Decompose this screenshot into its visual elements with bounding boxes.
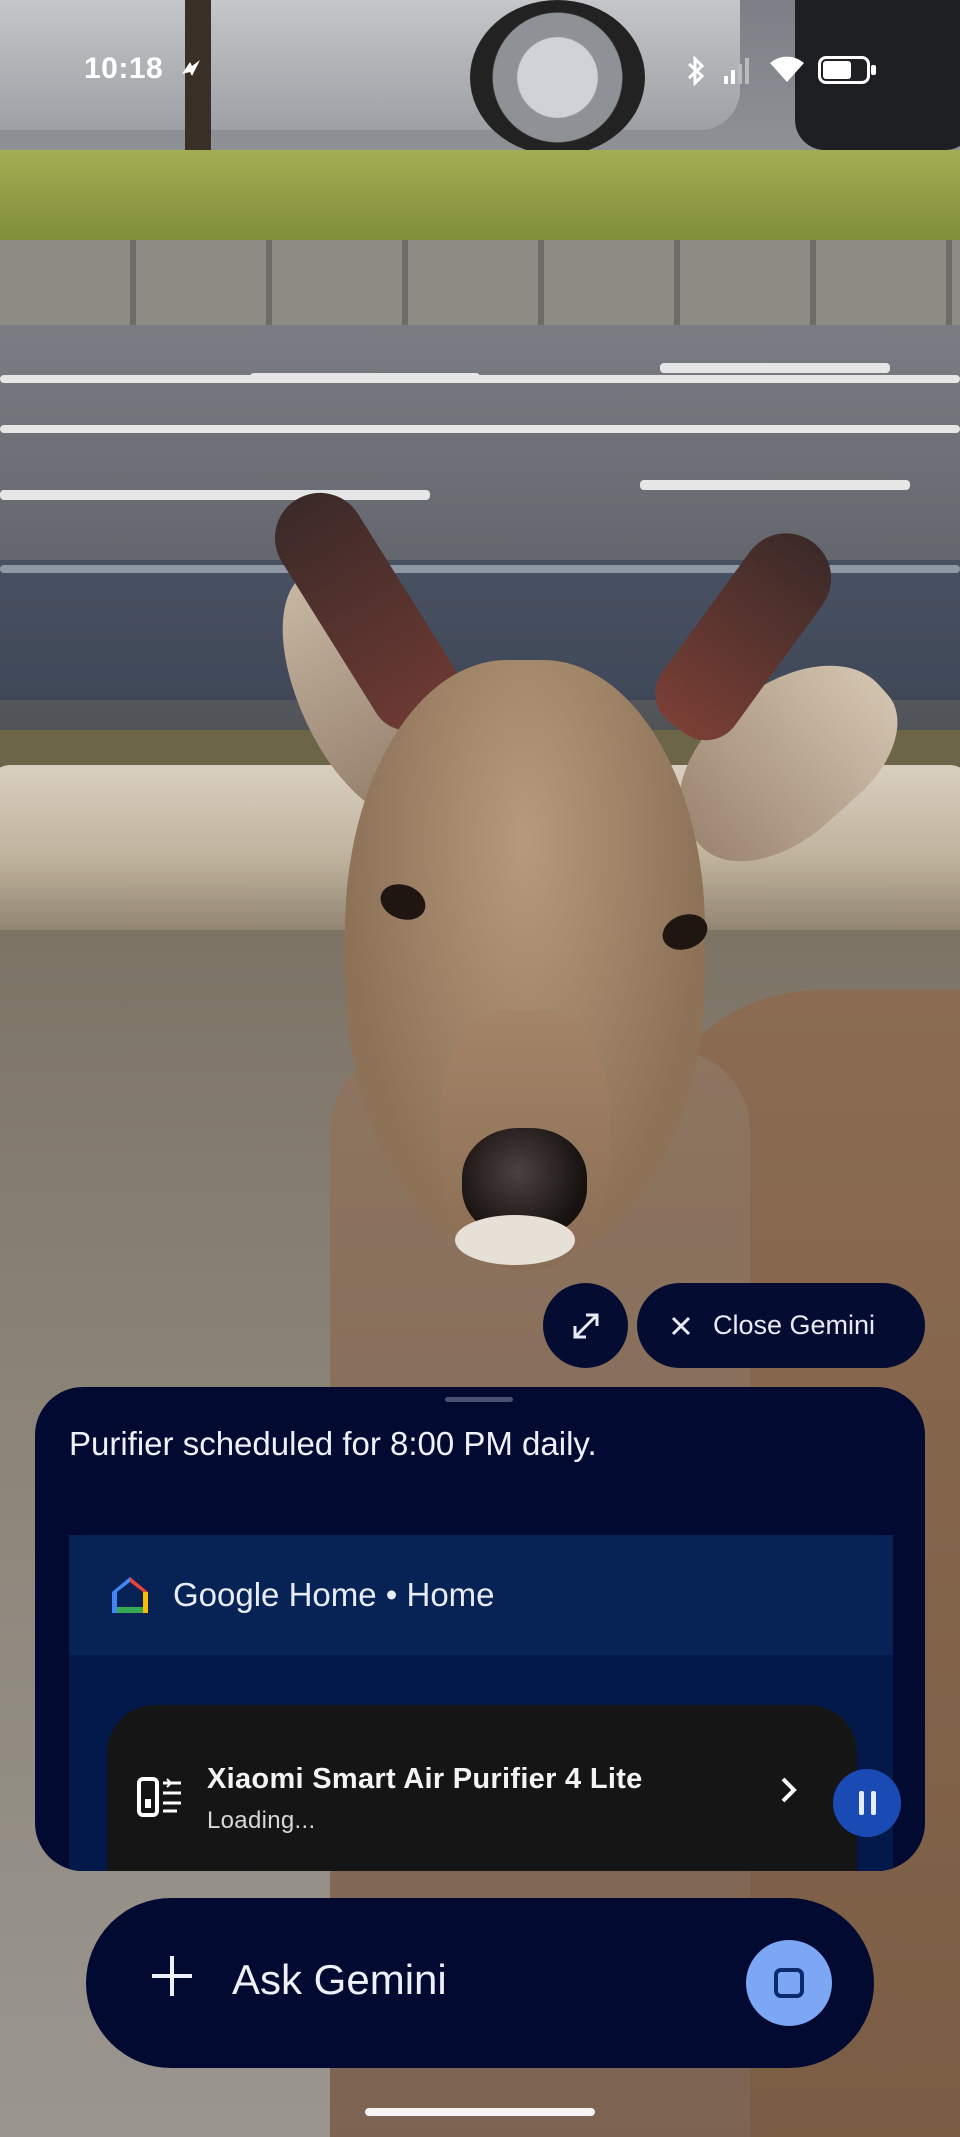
expand-button[interactable] bbox=[543, 1283, 628, 1368]
google-home-card: Google Home • Home Xiaomi Smart Air Puri… bbox=[69, 1535, 893, 1871]
ask-gemini-input[interactable]: Ask Gemini bbox=[232, 1956, 447, 2004]
expand-icon bbox=[573, 1313, 598, 1338]
gemini-response-text: Purifier scheduled for 8:00 PM daily. bbox=[69, 1425, 597, 1462]
bluetooth-icon bbox=[684, 55, 708, 90]
close-gemini-button[interactable]: Close Gemini bbox=[637, 1283, 925, 1368]
pause-button[interactable] bbox=[833, 1769, 901, 1837]
close-gemini-label: Close Gemini bbox=[713, 1310, 876, 1340]
device-name: Xiaomi Smart Air Purifier 4 Lite bbox=[207, 1763, 643, 1795]
ask-gemini-bar[interactable]: Ask Gemini bbox=[86, 1898, 874, 2068]
gemini-panel: Purifier scheduled for 8:00 PM daily. Go… bbox=[35, 1387, 925, 1871]
deer-chin bbox=[455, 1215, 575, 1265]
stop-icon bbox=[774, 1968, 804, 1998]
google-home-icon bbox=[112, 1577, 148, 1613]
lane-dash bbox=[0, 490, 430, 500]
device-status: Loading... bbox=[207, 1807, 316, 1834]
stop-button[interactable] bbox=[746, 1940, 832, 2026]
stone-curb bbox=[0, 240, 960, 330]
grass-strip bbox=[0, 150, 960, 245]
lane-dash bbox=[660, 363, 890, 373]
lane-line bbox=[0, 425, 960, 433]
drag-handle[interactable] bbox=[445, 1397, 513, 1402]
plus-icon[interactable] bbox=[146, 1950, 198, 2002]
chevron-right-icon bbox=[779, 1775, 799, 1814]
battery-icon bbox=[818, 56, 876, 84]
lane-line bbox=[0, 375, 960, 383]
pause-icon bbox=[858, 1791, 876, 1815]
nfc-icon bbox=[178, 56, 204, 86]
google-home-card-header[interactable]: Google Home • Home bbox=[69, 1535, 893, 1655]
google-home-card-title: Google Home • Home bbox=[173, 1576, 495, 1613]
lane-dash bbox=[250, 373, 480, 383]
status-time: 10:18 bbox=[84, 52, 164, 85]
home-indicator[interactable] bbox=[365, 2108, 595, 2116]
status-bar: 10:18 bbox=[0, 0, 960, 140]
air-purifier-icon bbox=[137, 1777, 181, 1817]
close-icon bbox=[671, 1316, 691, 1335]
lane-dash bbox=[640, 480, 910, 490]
device-tile-air-purifier[interactable]: Xiaomi Smart Air Purifier 4 Lite Loading… bbox=[107, 1705, 857, 1871]
signal-icon bbox=[722, 56, 752, 90]
wifi-icon bbox=[768, 54, 806, 88]
